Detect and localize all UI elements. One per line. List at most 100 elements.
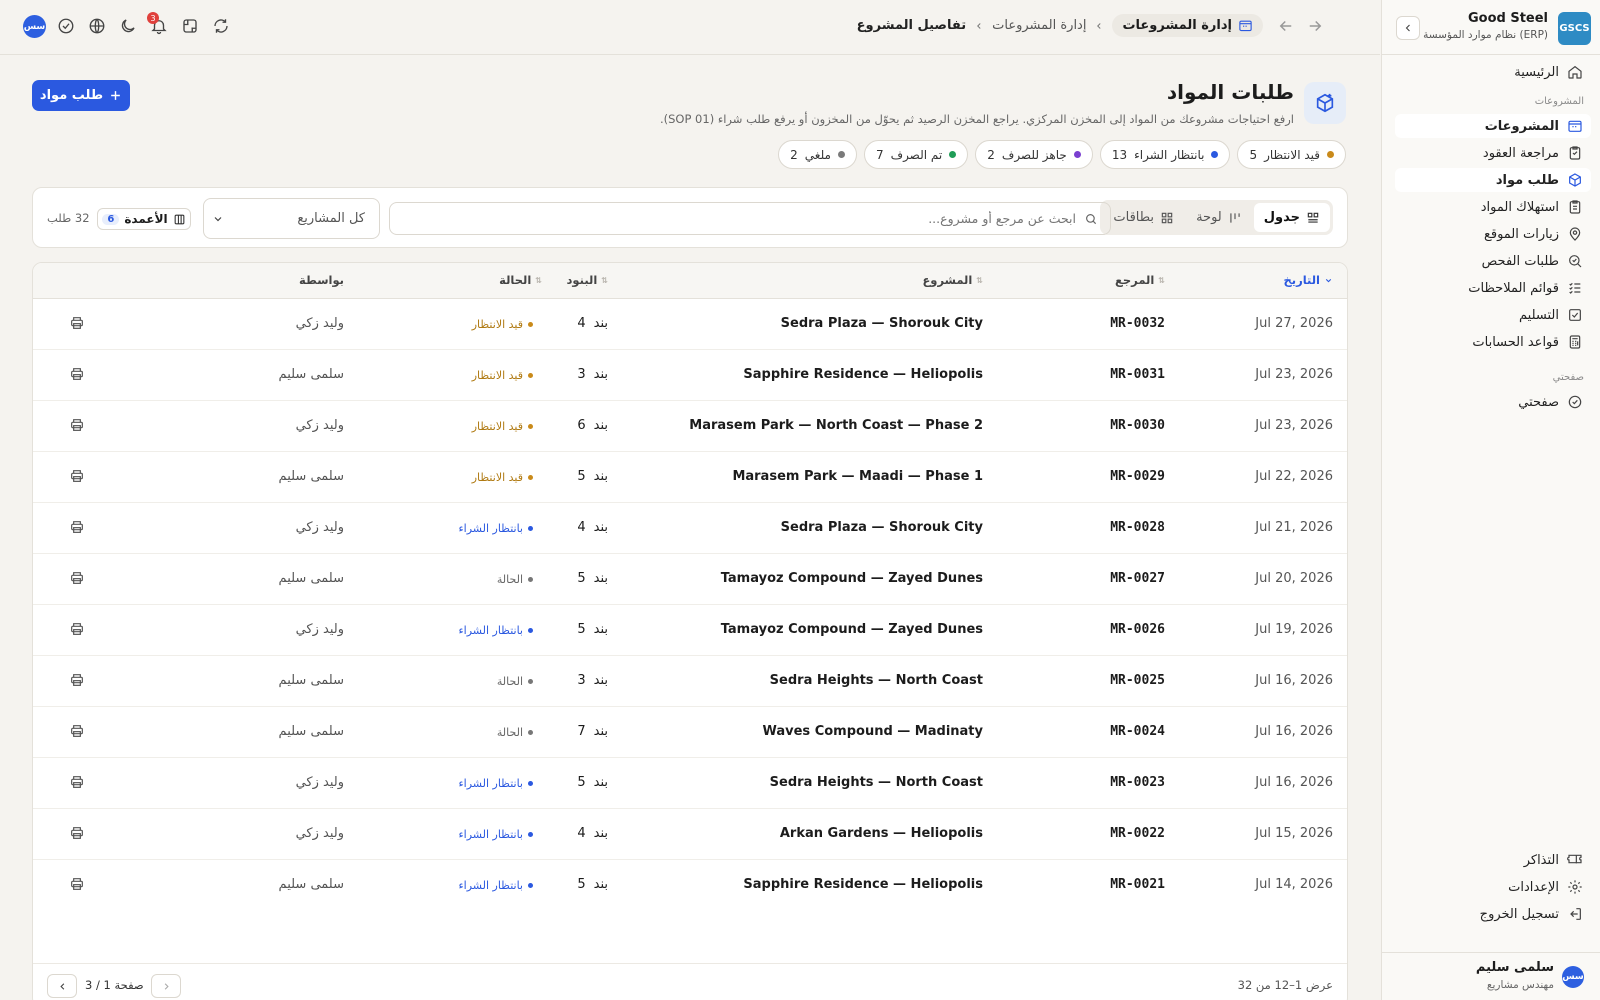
cell-ref[interactable]: MR-0029 bbox=[1110, 469, 1165, 484]
cell-date: Jul 21, 2026 bbox=[1255, 520, 1333, 535]
status-filter-chips: قيد الانتظار 5 بانتظار الشراء 13 جاهز للصرف 2… bbox=[778, 140, 1346, 169]
next-page-button[interactable] bbox=[47, 974, 77, 998]
column-header-date[interactable]: التاريخ bbox=[1284, 273, 1334, 287]
status-chip[interactable]: قيد الانتظار 5 bbox=[1237, 140, 1346, 169]
cell-created-by: وليد زكي bbox=[295, 418, 344, 433]
print-icon[interactable] bbox=[69, 366, 85, 382]
check-circle-icon[interactable] bbox=[57, 17, 75, 35]
column-header-project[interactable]: المشروع ⇅ bbox=[922, 273, 983, 287]
view-cards-tab[interactable]: بطاقات bbox=[1103, 203, 1184, 232]
print-icon[interactable] bbox=[69, 468, 85, 484]
cell-ref[interactable]: MR-0031 bbox=[1110, 367, 1165, 382]
sidebar-item[interactable]: زيارات الموقع bbox=[1395, 222, 1591, 246]
map-pin-icon bbox=[1569, 227, 1581, 241]
status-chip[interactable]: بانتظار الشراء 13 bbox=[1099, 140, 1231, 169]
table-row[interactable]: Jul 20, 2026 MR-0027 Tamayoz Compound — Za… bbox=[33, 554, 1347, 605]
apps-icon[interactable] bbox=[181, 17, 199, 35]
sidebar-item[interactable]: قواعد الحسابات bbox=[1395, 330, 1591, 354]
status-chip[interactable]: ملغي 2 bbox=[778, 140, 857, 169]
sidebar-item[interactable]: التسليم bbox=[1395, 303, 1591, 327]
sidebar-item-label: مراجعة العقود bbox=[1482, 145, 1559, 161]
columns-button[interactable]: الأعمدة 6 bbox=[97, 208, 191, 230]
print-icon[interactable] bbox=[69, 774, 85, 790]
cell-ref[interactable]: MR-0032 bbox=[1110, 316, 1165, 331]
status-badge: بانتظار الشراء bbox=[459, 777, 533, 790]
project-filter-select[interactable]: كل المشاريع bbox=[203, 198, 380, 239]
table-row[interactable]: Jul 16, 2026 MR-0025 Sedra Heights — North… bbox=[33, 656, 1347, 707]
column-header-status[interactable]: الحالة ⇅ bbox=[499, 273, 542, 287]
print-icon[interactable] bbox=[69, 519, 85, 535]
table-row[interactable]: Jul 19, 2026 MR-0026 Tamayoz Compound — Za… bbox=[33, 605, 1347, 656]
items-count: 4 bbox=[577, 316, 586, 331]
cell-ref[interactable]: MR-0026 bbox=[1110, 622, 1165, 637]
breadcrumb-module[interactable]: إدارة المشروعات bbox=[1112, 14, 1263, 37]
view-table-tab[interactable]: جدول bbox=[1253, 203, 1330, 232]
bell-icon[interactable]: 3 bbox=[147, 12, 168, 35]
search-input[interactable] bbox=[416, 211, 1076, 226]
status-dot bbox=[1073, 151, 1081, 158]
status-chip[interactable]: تم الصرف 7 bbox=[863, 140, 969, 169]
table-row[interactable]: Jul 22, 2026 MR-0029 Marasem Park — Maadi … bbox=[33, 452, 1347, 503]
cell-ref[interactable]: MR-0028 bbox=[1110, 520, 1165, 535]
moon-icon[interactable] bbox=[119, 17, 137, 35]
table-row[interactable]: Jul 16, 2026 MR-0024 Waves Compound — Madi… bbox=[33, 707, 1347, 758]
cell-ref[interactable]: MR-0023 bbox=[1110, 775, 1165, 790]
column-header-ref[interactable]: المرجع ⇅ bbox=[1115, 273, 1165, 287]
sidebar-item[interactable]: استهلاك المواد bbox=[1395, 195, 1591, 219]
topbar-avatar[interactable]: سس bbox=[23, 15, 46, 38]
new-material-request-button[interactable]: طلب مواد bbox=[32, 80, 130, 111]
cell-ref[interactable]: MR-0024 bbox=[1110, 724, 1165, 739]
status-dot bbox=[528, 475, 533, 480]
forward-arrow-icon[interactable] bbox=[1306, 17, 1324, 35]
sidebar-bottom-item[interactable]: الإعدادات bbox=[1395, 875, 1591, 899]
sidebar-item-mypage[interactable]: صفحتي bbox=[1395, 390, 1591, 414]
table-row[interactable]: Jul 23, 2026 MR-0031 Sapphire Residence — … bbox=[33, 350, 1347, 401]
table-row[interactable]: Jul 21, 2026 MR-0028 Sedra Plaza — Shorouk… bbox=[33, 503, 1347, 554]
print-icon[interactable] bbox=[69, 621, 85, 637]
sidebar-bottom-item[interactable]: تسجيل الخروج bbox=[1395, 902, 1591, 926]
sidebar-item[interactable]: طلبات الفحص bbox=[1395, 249, 1591, 273]
print-icon[interactable] bbox=[69, 315, 85, 331]
globe-icon[interactable] bbox=[88, 17, 106, 35]
print-icon[interactable] bbox=[69, 723, 85, 739]
sidebar-item-home[interactable]: الرئيسية bbox=[1395, 60, 1591, 84]
print-icon[interactable] bbox=[69, 570, 85, 586]
sidebar-item[interactable]: طلب مواد bbox=[1395, 168, 1591, 192]
column-header-items[interactable]: البنود ⇅ bbox=[567, 273, 608, 287]
breadcrumb-item[interactable]: إدارة المشروعات bbox=[992, 18, 1086, 33]
sort-desc-icon bbox=[1325, 278, 1332, 282]
collapse-sidebar-button[interactable] bbox=[1396, 16, 1420, 40]
table-row[interactable]: Jul 16, 2026 MR-0023 Sedra Heights — North… bbox=[33, 758, 1347, 809]
back-arrow-icon[interactable] bbox=[1277, 17, 1295, 35]
table-row[interactable]: Jul 23, 2026 MR-0030 Marasem Park — North … bbox=[33, 401, 1347, 452]
print-icon[interactable] bbox=[69, 417, 85, 433]
sidebar-item[interactable]: المشروعات bbox=[1395, 114, 1591, 138]
table-row[interactable]: Jul 14, 2026 MR-0021 Sapphire Residence — … bbox=[33, 860, 1347, 911]
user-profile[interactable]: سس سلمى سليم مهندس مشاريع bbox=[1382, 952, 1600, 1000]
cell-project: Marasem Park — North Coast — Phase 2 bbox=[689, 418, 983, 433]
print-icon[interactable] bbox=[69, 876, 85, 892]
cell-items: بند 5 bbox=[577, 622, 608, 637]
sidebar-bottom-item[interactable]: التذاكر bbox=[1395, 848, 1591, 872]
status-chip[interactable]: جاهز للصرف 2 bbox=[975, 140, 1093, 169]
status-label: قيد الانتظار bbox=[471, 318, 523, 331]
sidebar: GSCS Good Steel نظام موارد المؤسسة (ERP)… bbox=[1381, 0, 1600, 1000]
cell-ref[interactable]: MR-0025 bbox=[1110, 673, 1165, 688]
previous-page-button[interactable] bbox=[151, 974, 181, 998]
clipboard-list-icon bbox=[1569, 200, 1581, 214]
print-icon[interactable] bbox=[69, 672, 85, 688]
cell-ref[interactable]: MR-0030 bbox=[1110, 418, 1165, 433]
sidebar-item[interactable]: مراجعة العقود bbox=[1395, 141, 1591, 165]
cell-ref[interactable]: MR-0027 bbox=[1110, 571, 1165, 586]
view-board-tab[interactable]: لوحة bbox=[1186, 203, 1252, 232]
sort-icon: ⇅ bbox=[601, 275, 608, 285]
table-row[interactable]: Jul 27, 2026 MR-0032 Sedra Plaza — Shorouk… bbox=[33, 299, 1347, 350]
cell-ref[interactable]: MR-0022 bbox=[1110, 826, 1165, 841]
table-row[interactable]: Jul 15, 2026 MR-0022 Arkan Gardens — Helio… bbox=[33, 809, 1347, 860]
sidebar-item[interactable]: قوائم الملاحظات bbox=[1395, 276, 1591, 300]
cell-created-by: سلمى سليم bbox=[278, 724, 344, 739]
clipboard-icon bbox=[1569, 146, 1581, 160]
cell-ref[interactable]: MR-0021 bbox=[1110, 877, 1165, 892]
print-icon[interactable] bbox=[69, 825, 85, 841]
refresh-icon[interactable] bbox=[212, 17, 230, 35]
